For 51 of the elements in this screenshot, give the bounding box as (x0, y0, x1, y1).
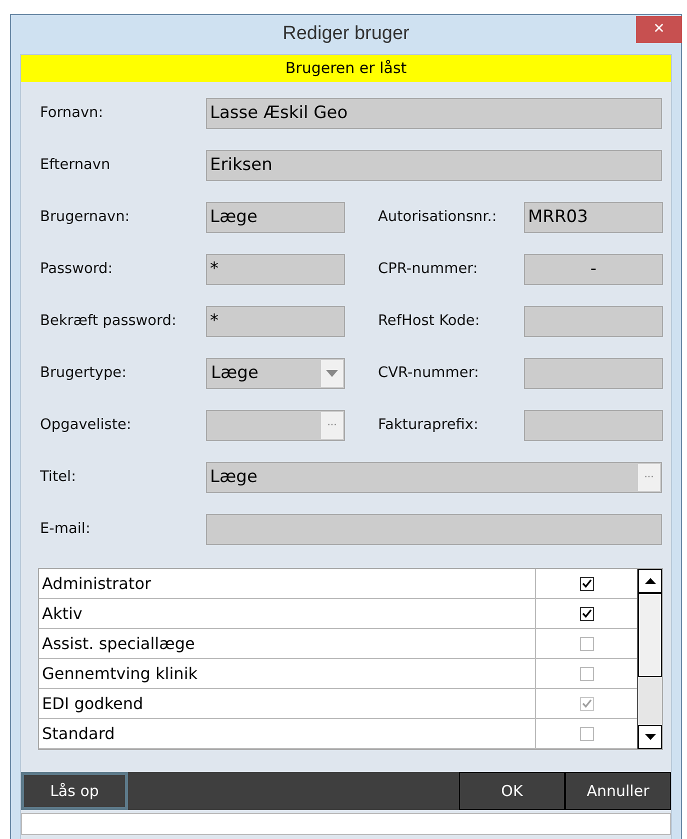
field-label: Autorisationsnr.: (378, 208, 498, 227)
scroll-up-icon[interactable] (638, 569, 662, 593)
browse-button[interactable]: ··· (638, 464, 660, 491)
input-field[interactable] (524, 410, 663, 441)
input-field[interactable] (524, 306, 663, 337)
field-label: E-mail: (40, 520, 92, 539)
field-label: RefHost Kode: (378, 312, 481, 331)
ok-button[interactable]: OK (459, 772, 565, 810)
input-field[interactable]: Eriksen (206, 150, 662, 181)
input-field[interactable]: * (206, 254, 345, 285)
dropdown-field[interactable]: Læge (206, 358, 345, 389)
field-label: Bekræft password: (40, 312, 178, 331)
input-field[interactable]: - (524, 254, 663, 285)
lookup-field[interactable]: ··· (206, 410, 345, 441)
field-label: Brugernavn: (40, 208, 131, 227)
scroll-down-icon[interactable] (638, 725, 662, 749)
field-label: Fornavn: (40, 104, 104, 123)
table-cell: Administrator (39, 569, 536, 598)
table-cell: Standard (39, 719, 536, 748)
field-label: Titel: (40, 468, 77, 487)
table-cell: Assist. speciallæge (39, 629, 536, 658)
locked-banner: Brugeren er låst (21, 55, 671, 82)
input-field[interactable] (524, 358, 663, 389)
field-label: CVR-nummer: (378, 364, 480, 383)
table-cell: Gennemtving klinik (39, 659, 536, 688)
browse-button[interactable]: ··· (321, 412, 343, 439)
field-label: Opgaveliste: (40, 416, 132, 435)
checkbox[interactable] (580, 726, 594, 740)
checkbox[interactable] (580, 606, 594, 620)
input-field[interactable] (206, 514, 662, 545)
field-label: Password: (40, 260, 114, 279)
input-field[interactable]: Læge (206, 202, 345, 233)
input-field[interactable]: * (206, 306, 345, 337)
checkbox[interactable] (580, 576, 594, 590)
lookup-field[interactable]: Læge ··· (206, 462, 662, 493)
checkbox[interactable] (580, 636, 594, 650)
close-button[interactable]: ✕ (636, 16, 682, 43)
window-title: Rediger bruger (282, 22, 410, 46)
input-field[interactable]: MRR03 (524, 202, 663, 233)
checkbox[interactable] (580, 666, 594, 680)
scroll-thumb[interactable] (638, 593, 662, 677)
field-label: Brugertype: (40, 364, 128, 383)
input-field[interactable]: Lasse Æskil Geo (206, 98, 662, 129)
scrollbar[interactable] (637, 569, 662, 749)
table-cell: Aktiv (39, 599, 536, 628)
table-cell: EDI godkend (39, 689, 536, 718)
field-label: CPR-nummer: (378, 260, 479, 279)
unlock-button[interactable]: Lås op (21, 772, 128, 810)
field-label: Efternavn (40, 156, 112, 175)
field-label: Fakturaprefix: (378, 416, 480, 435)
cancel-button[interactable]: Annuller (565, 772, 671, 810)
